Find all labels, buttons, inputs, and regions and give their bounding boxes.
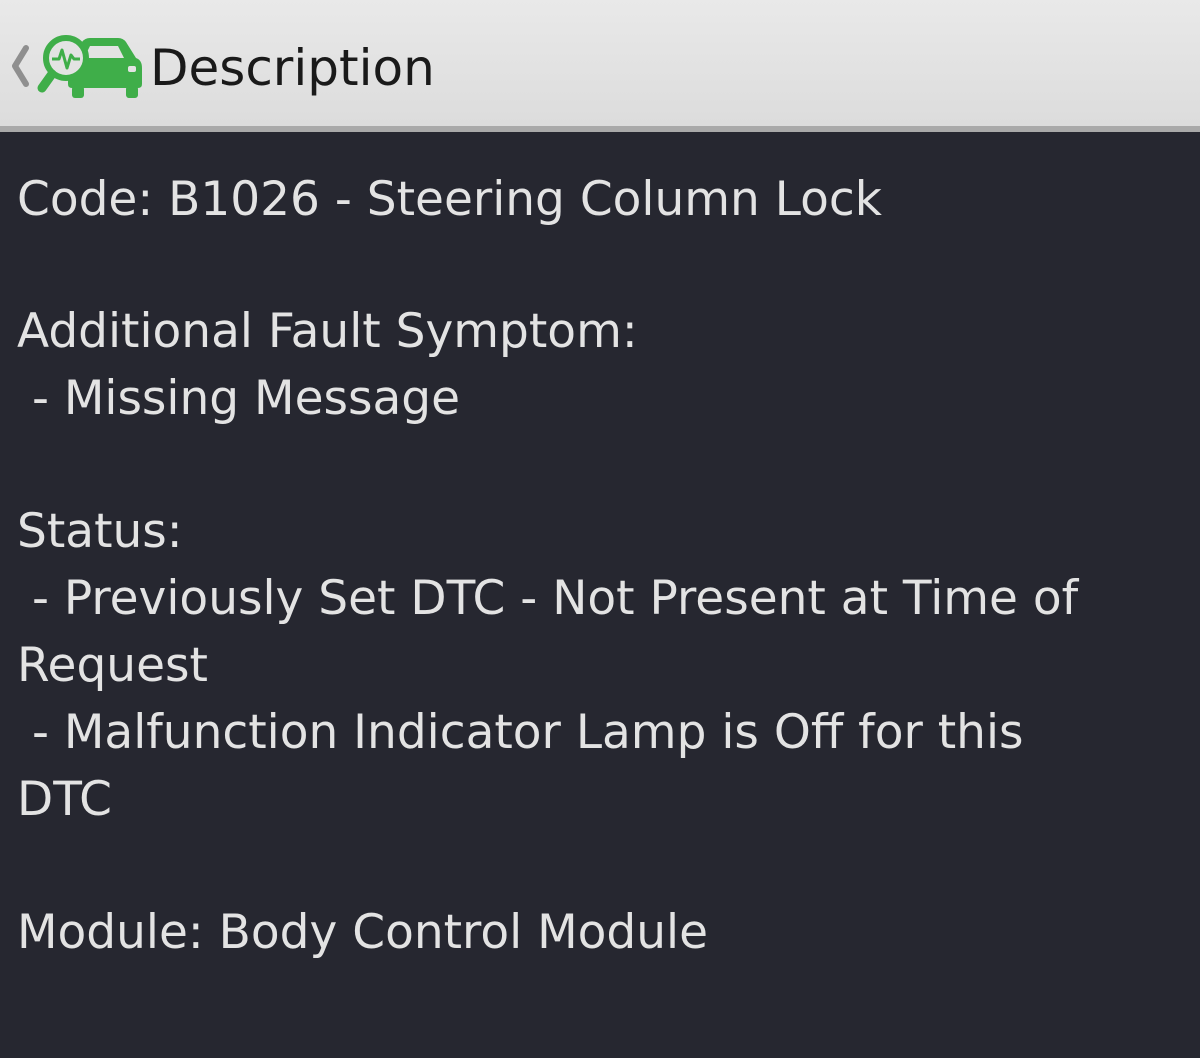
symptom-item: - Missing Message xyxy=(17,371,461,426)
back-button[interactable] xyxy=(8,30,142,102)
car-diagnostic-icon xyxy=(37,35,142,98)
status-line: - Malfunction Indicator Lamp is Off for … xyxy=(17,705,1024,760)
dtc-code-line: Code: B1026 - Steering Column Lock xyxy=(17,172,882,227)
status-line: DTC xyxy=(17,772,112,827)
status-line: - Previously Set DTC - Not Present at Ti… xyxy=(17,571,1079,626)
description-content: Code: B1026 - Steering Column Lock Addit… xyxy=(0,132,1200,1058)
module-line: Module: Body Control Module xyxy=(17,905,709,960)
status-heading: Status: xyxy=(17,504,183,559)
status-line: Request xyxy=(17,638,208,693)
symptom-heading: Additional Fault Symptom: xyxy=(17,304,638,359)
app-bar: Description xyxy=(0,0,1200,132)
page-title: Description xyxy=(150,39,435,97)
chevron-left-icon xyxy=(12,45,29,87)
